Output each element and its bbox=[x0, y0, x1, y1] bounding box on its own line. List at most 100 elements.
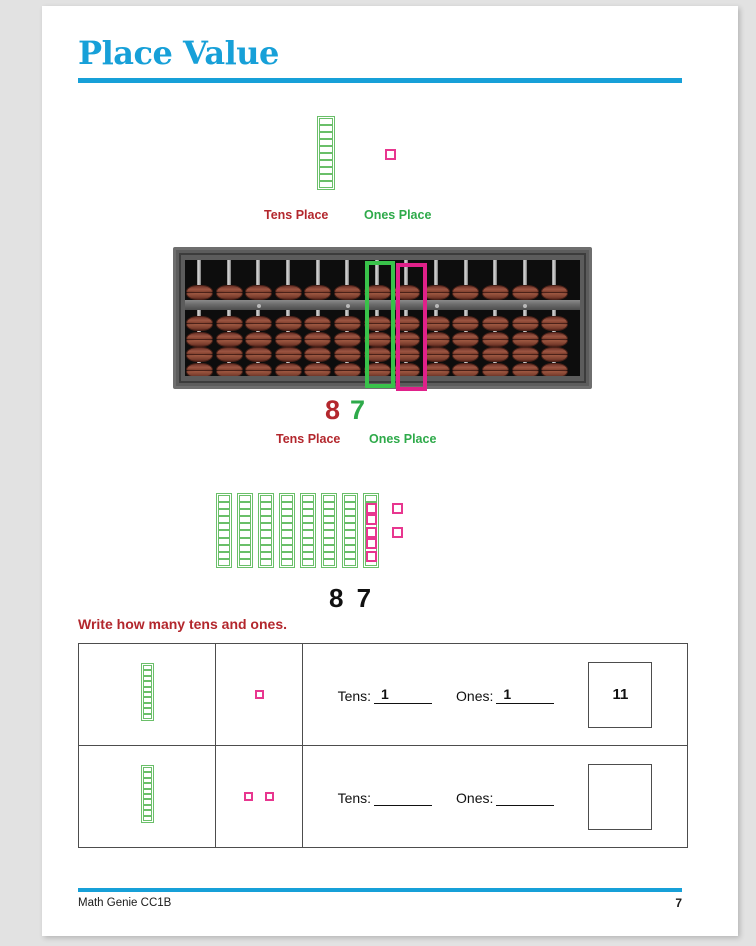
tens-rod-unit bbox=[239, 544, 251, 552]
tens-rod-unit bbox=[218, 509, 230, 517]
abacus-earth-bead bbox=[186, 362, 213, 376]
tens-rod-unit bbox=[218, 544, 230, 552]
tens-rod-unit bbox=[323, 509, 335, 517]
tens-rod-unit bbox=[302, 537, 314, 545]
row-ones-cell bbox=[215, 643, 303, 746]
page-viewer: Place Value Tens Place Ones Place 8 7 Te… bbox=[0, 0, 756, 946]
tens-rod-unit bbox=[260, 502, 272, 510]
blocks-answer: 8 7 bbox=[329, 583, 375, 613]
abacus-earth-bead bbox=[482, 362, 509, 376]
tens-rod-unit bbox=[218, 523, 230, 531]
abacus-heaven-bead bbox=[511, 285, 539, 300]
tens-blank-label: Tens: bbox=[337, 687, 372, 704]
tens-rod-unit bbox=[218, 495, 230, 503]
tens-rod-unit bbox=[302, 544, 314, 552]
abacus-earth-bead bbox=[186, 316, 213, 331]
tens-rod-unit bbox=[319, 132, 333, 139]
tens-rod-unit bbox=[218, 530, 230, 538]
abacus-earth-bead bbox=[274, 316, 302, 331]
abacus-earth-bead bbox=[334, 331, 361, 347]
tens-rod-unit bbox=[323, 544, 335, 552]
tens-rod-unit bbox=[319, 146, 333, 153]
tens-rod-unit bbox=[302, 551, 314, 559]
tens-rod-unit bbox=[323, 502, 335, 510]
abacus-reading: 8 7 Tens Place Ones Place bbox=[42, 395, 738, 453]
tens-rod-unit bbox=[319, 125, 333, 132]
abacus-earth-bead bbox=[363, 331, 391, 347]
answer-row: Tens: 1 Ones: 1 11 bbox=[303, 661, 687, 728]
abacus-heaven-bead bbox=[422, 285, 450, 300]
tens-rod-unit bbox=[323, 530, 335, 538]
tens-rod-graphic bbox=[317, 116, 335, 190]
total-answer-box[interactable] bbox=[588, 763, 653, 830]
abacus-earth-bead bbox=[482, 347, 509, 362]
tens-rod-unit bbox=[260, 544, 272, 552]
abacus-earth-bead bbox=[363, 347, 391, 362]
tens-rod-unit bbox=[302, 530, 314, 538]
tens-blank-input[interactable]: 1 bbox=[374, 686, 433, 704]
ones-unit-row bbox=[366, 551, 436, 575]
tens-rod-unit bbox=[302, 495, 314, 503]
abacus-heaven-bead bbox=[274, 285, 302, 300]
abacus-earth-bead bbox=[422, 331, 450, 347]
tens-rod-unit bbox=[260, 537, 272, 545]
tens-rod-unit bbox=[344, 558, 356, 566]
blocks-tens-group bbox=[216, 493, 379, 568]
total-answer-box[interactable]: 11 bbox=[588, 661, 653, 728]
abacus-rod bbox=[333, 260, 363, 376]
abacus-earth-bead bbox=[304, 347, 332, 362]
row-tens-cell bbox=[78, 745, 216, 848]
abacus-earth-bead bbox=[274, 362, 302, 376]
tens-rod-graphic bbox=[237, 493, 253, 568]
legend-tens-label: Tens Place bbox=[264, 208, 329, 222]
tens-blank-input[interactable] bbox=[374, 788, 433, 806]
instruction-text: Write how many tens and ones. bbox=[78, 616, 288, 632]
ones-unit-square bbox=[392, 527, 403, 538]
abacus-earth-bead bbox=[245, 331, 273, 347]
abacus-heaven-bead bbox=[482, 285, 509, 300]
abacus-heaven-bead bbox=[245, 285, 273, 300]
tens-rod-unit bbox=[281, 530, 293, 538]
legend-ones-label: Ones Place bbox=[364, 208, 432, 222]
tens-rod-unit bbox=[344, 516, 356, 524]
abacus-heaven-bead bbox=[393, 285, 421, 300]
tens-rod-unit bbox=[218, 502, 230, 510]
abacus-unit-dot bbox=[434, 303, 439, 308]
abacus-rod bbox=[451, 260, 481, 376]
abacus-earth-bead bbox=[511, 331, 539, 347]
abacus-earth-bead bbox=[304, 331, 332, 347]
tens-rod-unit bbox=[260, 495, 272, 503]
abacus-earth-bead bbox=[511, 316, 539, 331]
tens-rod-unit bbox=[260, 523, 272, 531]
abacus-earth-bead bbox=[452, 362, 480, 376]
ones-unit-square bbox=[366, 527, 377, 538]
abacus-earth-bead bbox=[393, 316, 421, 331]
tens-rod-unit bbox=[239, 551, 251, 559]
tens-blank-group: Tens: 1 bbox=[337, 686, 433, 704]
ones-unit-row bbox=[366, 503, 436, 527]
tens-rod-unit bbox=[260, 551, 272, 559]
abacus-earth-bead bbox=[452, 347, 480, 362]
row-ones-cell bbox=[215, 745, 303, 848]
abacus-earth-bead bbox=[245, 347, 273, 362]
tens-rod-unit bbox=[323, 523, 335, 531]
tens-rod-unit bbox=[344, 502, 356, 510]
abacus-reckoning-beam bbox=[185, 300, 580, 310]
abacus-rod bbox=[422, 260, 452, 376]
ones-blank-input[interactable] bbox=[496, 788, 555, 806]
abacus-earth-bead bbox=[541, 362, 569, 376]
abacus-earth-bead bbox=[452, 331, 480, 347]
ones-blank-label: Ones: bbox=[456, 789, 494, 806]
tens-rod-unit bbox=[281, 544, 293, 552]
abacus-rod bbox=[540, 260, 570, 376]
tens-rod-unit bbox=[281, 551, 293, 559]
abacus-rod bbox=[303, 260, 333, 376]
abacus-earth-bead bbox=[274, 347, 302, 362]
row-answer-cell: Tens: Ones: bbox=[302, 745, 688, 848]
abacus-rod bbox=[481, 260, 511, 376]
legend-tens-rod bbox=[317, 116, 335, 195]
ones-unit-square bbox=[244, 791, 253, 801]
tens-rod-graphic bbox=[300, 493, 316, 568]
ones-blank-input[interactable]: 1 bbox=[496, 686, 555, 704]
abacus-rod bbox=[274, 260, 304, 376]
